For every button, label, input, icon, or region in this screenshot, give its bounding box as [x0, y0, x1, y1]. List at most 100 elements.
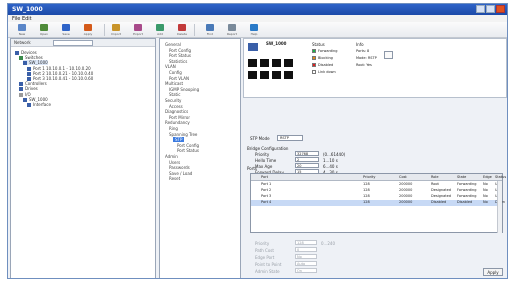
ports-section-title: Ports: [247, 166, 258, 171]
column-header[interactable]: Cost: [399, 175, 407, 179]
nav-item[interactable]: Port Config: [177, 143, 199, 148]
port-field-label: Admin State: [255, 269, 280, 274]
nav-item[interactable]: Port Status: [169, 53, 191, 58]
toolbar-button[interactable]: Open: [34, 23, 54, 37]
nav-item[interactable]: Ring: [169, 126, 178, 131]
port-field-input[interactable]: On: [295, 268, 317, 273]
port-field-label: Priority: [255, 241, 270, 246]
nav-item[interactable]: Reset: [169, 176, 180, 181]
switch-port[interactable]: [272, 71, 281, 79]
nav-item[interactable]: Port Mirror: [169, 115, 190, 120]
nav-item[interactable]: Users: [169, 160, 180, 165]
bridge-field-range: 6...40 s: [323, 164, 338, 169]
table-scrollbar[interactable]: [497, 181, 502, 233]
toolbar-button-label: Save: [62, 32, 70, 36]
switch-port[interactable]: [272, 59, 281, 67]
nav-item[interactable]: Port VLAN: [169, 76, 189, 81]
nav-item[interactable]: Multicast: [165, 81, 183, 86]
bridge-field-input[interactable]: 2: [295, 157, 319, 162]
switch-port[interactable]: [260, 59, 269, 67]
switch-port[interactable]: [260, 71, 269, 79]
legend-label: Blocking: [318, 56, 333, 60]
port-field-input[interactable]: Auto: [295, 261, 317, 266]
minimize-button[interactable]: [476, 5, 485, 13]
toolbar-button-label: New: [18, 32, 26, 36]
toolbar: New Open Save Apply Import Export Add Delete Fin…: [8, 22, 507, 38]
switch-port[interactable]: [284, 71, 293, 79]
info-line: Mode: RSTP: [356, 56, 377, 60]
toolbar-button[interactable]: Find: [200, 23, 220, 37]
toolbar-button[interactable]: Delete: [172, 23, 192, 37]
column-header[interactable]: Role: [431, 175, 439, 179]
toolbar-button-label: Open: [39, 32, 48, 36]
column-header[interactable]: Port: [261, 175, 268, 179]
legend-label: Link down: [318, 70, 336, 74]
stp-mode-select[interactable]: RSTP: [277, 135, 303, 141]
table-cell: Designated: [431, 188, 451, 192]
bridge-field-input[interactable]: 32768: [295, 151, 319, 156]
toolbar-button[interactable]: Export: [128, 23, 148, 37]
nav-item[interactable]: Diagnostics: [165, 109, 188, 114]
bridge-field-input[interactable]: 20: [295, 163, 319, 168]
toolbar-icon: [156, 24, 164, 31]
bridge-field-range: 1...10 s: [323, 158, 338, 163]
toolbar-button[interactable]: New: [12, 23, 32, 37]
column-header[interactable]: Priority: [363, 175, 375, 179]
stp-mode-label: STP Mode: [250, 136, 270, 141]
tree-item[interactable]: Interface: [27, 102, 51, 107]
port-field-input[interactable]: 128: [295, 240, 317, 245]
nav-item[interactable]: Spanning Tree: [169, 132, 197, 137]
nav-item[interactable]: Passwords: [169, 165, 190, 170]
nav-item[interactable]: STP: [173, 137, 185, 143]
tree-filter-select[interactable]: [53, 40, 93, 46]
table-cell: No: [483, 188, 488, 192]
nav-item[interactable]: Access: [169, 104, 183, 109]
nav-item[interactable]: General: [165, 42, 181, 47]
toolbar-button[interactable]: Save: [56, 23, 76, 37]
toolbar-icon: [228, 24, 236, 31]
toolbar-button[interactable]: Report: [222, 23, 242, 37]
nav-item[interactable]: Port Status: [177, 148, 199, 153]
nav-item[interactable]: Static: [169, 92, 180, 97]
switch-port[interactable]: [284, 59, 293, 67]
toolbar-button[interactable]: Import: [106, 23, 126, 37]
toolbar-icon: [40, 24, 48, 31]
status-title: Status: [312, 42, 325, 47]
info-line: Root: Yes: [356, 63, 372, 67]
port-field-input[interactable]: No: [295, 254, 317, 259]
port-field-label: Edge Port: [255, 255, 275, 260]
port-field-range: 0...240: [321, 241, 335, 246]
nav-item[interactable]: Security: [165, 98, 181, 103]
port-field-input[interactable]: 0: [295, 247, 317, 252]
port-field-value: 0: [297, 248, 300, 252]
bridge-field-value: 20: [297, 164, 302, 168]
apply-button[interactable]: Apply: [483, 268, 503, 276]
switch-port[interactable]: [248, 71, 257, 79]
close-button[interactable]: [496, 5, 505, 13]
bridge-field-value: 2: [297, 158, 300, 162]
nav-item[interactable]: Save / Load: [169, 171, 192, 176]
table-cell: Forwarding: [457, 182, 477, 186]
nav-item[interactable]: Config: [169, 70, 182, 75]
toolbar-button[interactable]: Help: [244, 23, 264, 37]
legend-swatch: [312, 70, 316, 74]
nav-item[interactable]: Port Config: [169, 48, 191, 53]
nav-item[interactable]: VLAN: [165, 64, 176, 69]
toolbar-button[interactable]: Add: [150, 23, 170, 37]
maximize-button[interactable]: [486, 5, 495, 13]
column-header[interactable]: State: [457, 175, 466, 179]
nav-item[interactable]: Redundancy: [165, 120, 190, 125]
switch-port[interactable]: [248, 59, 257, 67]
nav-item[interactable]: Admin: [165, 154, 178, 159]
table-cell: Port 1: [261, 182, 272, 186]
column-header[interactable]: Status: [495, 175, 506, 179]
refresh-button[interactable]: [384, 51, 393, 59]
toolbar-button[interactable]: Apply: [78, 23, 98, 37]
toolbar-button-label: Import: [111, 32, 121, 36]
nav-item[interactable]: IGMP Snooping: [169, 87, 199, 92]
nav-item[interactable]: Statistics: [169, 59, 187, 64]
table-cell: 128: [363, 194, 370, 198]
table-row[interactable]: Port 4128200000DisabledDisabledNoDown: [251, 200, 505, 206]
column-header[interactable]: Edge: [483, 175, 492, 179]
toolbar-icon: [206, 24, 214, 31]
